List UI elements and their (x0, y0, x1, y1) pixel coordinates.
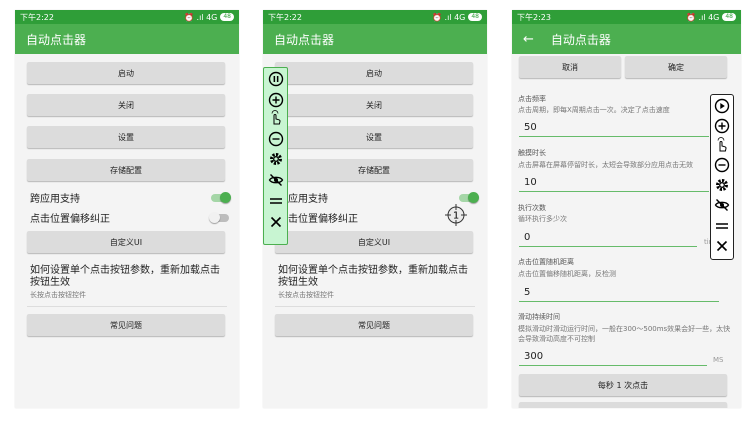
status-time: 下午2:23 (517, 12, 551, 22)
save-config-button[interactable]: 存储配置 (275, 159, 473, 181)
exec-input[interactable]: 0 (524, 232, 530, 243)
offset-label: 点击位置偏移纠正 (30, 214, 110, 225)
exec-label: 执行次数 (518, 204, 546, 212)
screen-main: 下午2:22 ⏰ .ıl 4G 48 自动点击器 启动 关闭 设置 存储配置 跨应… (15, 10, 239, 408)
swipe-unit: MS (713, 356, 724, 364)
battery-icon: 48 (220, 13, 234, 21)
cross-app-toggle[interactable] (211, 191, 231, 203)
app-bar: 自动点击器 (15, 24, 239, 54)
status-time: 下午2:22 (20, 12, 54, 22)
random-input[interactable]: 5 (524, 287, 530, 298)
close-icon[interactable] (268, 214, 284, 230)
next-button-partial[interactable] (519, 402, 727, 408)
tip-item[interactable]: 如何设置单个点击按钮参数，重新加载点击按钮生效 长按点击按钮控件 (278, 265, 475, 300)
pause-icon[interactable] (268, 71, 284, 87)
tip-subtitle: 长按点击按钮控件 (278, 291, 334, 299)
touch-label: 触摸时长 (518, 149, 546, 157)
cross-app-label: 跨应用支持 (30, 194, 80, 205)
tip-title: 如何设置单个点击按钮参数，重新加载点击按钮生效 (30, 265, 220, 288)
settings-button[interactable]: 设置 (275, 126, 473, 148)
battery-icon: 48 (468, 13, 482, 21)
gear-icon[interactable] (714, 177, 730, 193)
swipe-label: 滑动持续时间 (518, 313, 560, 321)
status-icons: ⏰ .ıl 4G (432, 12, 466, 22)
exec-underline (519, 246, 697, 247)
app-bar: ← 自动点击器 (512, 24, 741, 54)
offset-toggle[interactable] (209, 211, 229, 223)
floating-toolbar (710, 94, 734, 260)
cross-app-toggle[interactable] (459, 191, 479, 203)
play-icon[interactable] (714, 98, 730, 114)
offset-label: 点击位置偏移纠正 (278, 214, 358, 225)
frequency-label: 点击频率 (518, 95, 546, 103)
swipe-underline (519, 365, 707, 366)
eye-off-icon[interactable] (714, 197, 730, 213)
divider (275, 306, 475, 307)
add-icon[interactable] (268, 92, 284, 108)
offset-row: 点击位置偏移纠正 (30, 210, 229, 225)
close-button[interactable]: 关闭 (275, 94, 473, 116)
status-icons: ⏰ .ıl 4G (686, 12, 720, 22)
cross-app-row: 跨应用支持 (30, 190, 231, 205)
eye-off-icon[interactable] (268, 172, 284, 188)
back-arrow-icon[interactable]: ← (523, 32, 534, 47)
drag-handle-icon[interactable] (268, 193, 284, 209)
app-title: 自动点击器 (274, 32, 335, 47)
save-config-button[interactable]: 存储配置 (27, 159, 225, 181)
settings-button[interactable]: 设置 (27, 126, 225, 148)
click-target-label: 1 (453, 211, 459, 222)
frequency-input[interactable]: 50 (524, 122, 537, 133)
touch-underline (519, 191, 709, 192)
tip-title: 如何设置单个点击按钮参数，重新加载点击按钮生效 (278, 265, 468, 288)
status-bar: 下午2:23 ⏰ .ıl 4G 48 (512, 10, 741, 24)
hand-pointer-icon[interactable] (714, 137, 730, 153)
random-label: 点击位置随机距离 (518, 258, 574, 266)
cross-app-row: 跨应用支持 (278, 190, 479, 205)
custom-ui-button[interactable]: 自定义UI (275, 231, 473, 253)
close-button[interactable]: 关闭 (27, 94, 225, 116)
exec-desc: 循环执行多少次 (518, 215, 567, 223)
click-target[interactable]: 1 (445, 204, 467, 226)
hand-pointer-icon[interactable] (268, 110, 284, 126)
remove-icon[interactable] (268, 131, 284, 147)
touch-input[interactable]: 10 (524, 177, 537, 188)
start-button[interactable]: 启动 (27, 62, 225, 84)
frequency-underline (519, 136, 709, 137)
app-bar: 自动点击器 (263, 24, 487, 54)
screen-settings: 下午2:23 ⏰ .ıl 4G 48 ← 自动点击器 取消 确定 点击频率 点击周… (512, 10, 741, 408)
confirm-button[interactable]: 确定 (625, 56, 727, 78)
app-title: 自动点击器 (26, 32, 87, 47)
status-icons: ⏰ .ıl 4G (184, 12, 218, 22)
start-button[interactable]: 启动 (275, 62, 473, 84)
gear-icon[interactable] (268, 151, 284, 167)
swipe-desc: 模拟滑动时滑动运行时间，一般在300～500ms效果会好一些，太快会导致滑动高度… (518, 325, 731, 343)
frequency-desc: 点击周期，即每X周期点击一次。决定了点击速度 (518, 106, 670, 114)
faq-button[interactable]: 常见问题 (27, 314, 225, 336)
random-underline (519, 301, 719, 302)
status-bar: 下午2:22 ⏰ .ıl 4G 48 (263, 10, 487, 24)
close-icon[interactable] (714, 238, 730, 254)
remove-icon[interactable] (714, 157, 730, 173)
faq-button[interactable]: 常见问题 (275, 314, 473, 336)
cancel-button[interactable]: 取消 (519, 56, 621, 78)
divider (27, 306, 227, 307)
add-icon[interactable] (714, 118, 730, 134)
swipe-input[interactable]: 300 (524, 351, 543, 362)
screen-running: 下午2:22 ⏰ .ıl 4G 48 自动点击器 启动 关闭 设置 存储配置 跨应… (263, 10, 487, 408)
status-bar: 下午2:22 ⏰ .ıl 4G 48 (15, 10, 239, 24)
battery-icon: 48 (722, 13, 736, 21)
drag-handle-icon[interactable] (714, 218, 730, 234)
tip-subtitle: 长按点击按钮控件 (30, 291, 86, 299)
random-desc: 点击位置偏移随机距离，反检测 (518, 270, 616, 278)
custom-ui-button[interactable]: 自定义UI (27, 231, 225, 253)
tip-item[interactable]: 如何设置单个点击按钮参数，重新加载点击按钮生效 长按点击按钮控件 (30, 265, 227, 300)
clicks-per-second-button[interactable]: 每秒 1 次点击 (519, 374, 727, 396)
floating-toolbar (263, 67, 288, 245)
status-time: 下午2:22 (268, 12, 302, 22)
app-title: 自动点击器 (550, 32, 611, 47)
touch-desc: 点击屏幕在屏幕停留时长，太短会导致部分应用点击无效 (518, 161, 693, 169)
